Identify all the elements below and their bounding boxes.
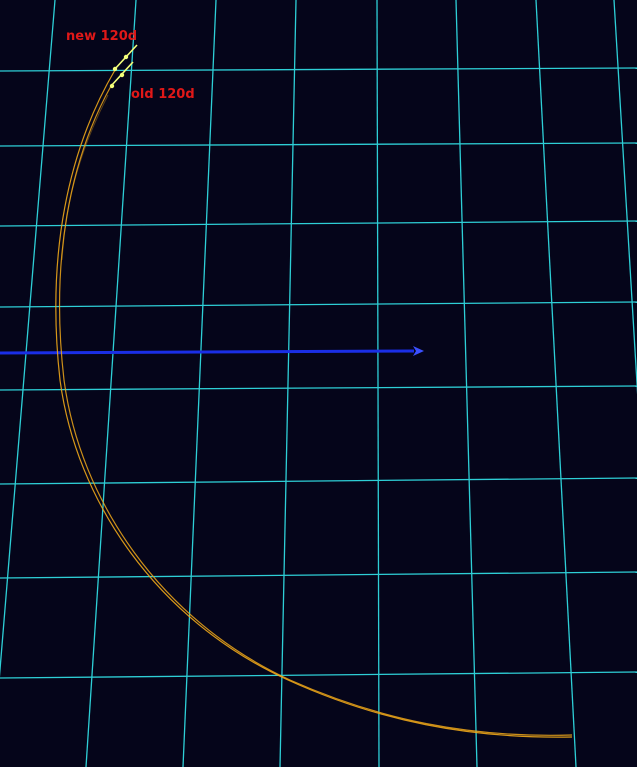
grid-line (535, 0, 577, 767)
marker-new-dot (123, 54, 129, 60)
orbit-trajectory-old (58, 85, 573, 736)
direction-axis (0, 346, 424, 356)
orbit-trajectory-new (55, 69, 573, 738)
orbit-trajectory-fade (61, 94, 109, 261)
grid-line (0, 301, 637, 308)
grid-line (0, 67, 637, 72)
grid-line (0, 385, 637, 391)
label-new-120d: new 120d (66, 29, 138, 44)
grid-line (85, 0, 137, 767)
grid-line (455, 0, 478, 767)
grid-line (0, 671, 637, 679)
grid-line (0, 0, 56, 678)
orbit-trajectories (55, 69, 573, 738)
marker-old-dot (119, 72, 125, 78)
arrow-right-icon (413, 346, 424, 356)
3d-viewport[interactable]: new 120d old 120d (0, 0, 637, 767)
label-old-120d: old 120d (131, 87, 195, 102)
grid-line (0, 220, 637, 227)
direction-axis-line (0, 349, 415, 355)
marker-new-dot (112, 66, 118, 72)
grid-horizontal-lines (0, 67, 637, 679)
grid-line (279, 0, 297, 767)
marker-old-dot (109, 83, 115, 89)
scene-canvas (0, 0, 637, 767)
grid-vertical-lines (0, 0, 637, 767)
grid-line (376, 0, 380, 767)
grid-line (613, 0, 637, 395)
grid-line (0, 571, 637, 579)
grid-line (0, 142, 637, 147)
grid-line (0, 477, 637, 485)
grid-line (182, 0, 217, 767)
